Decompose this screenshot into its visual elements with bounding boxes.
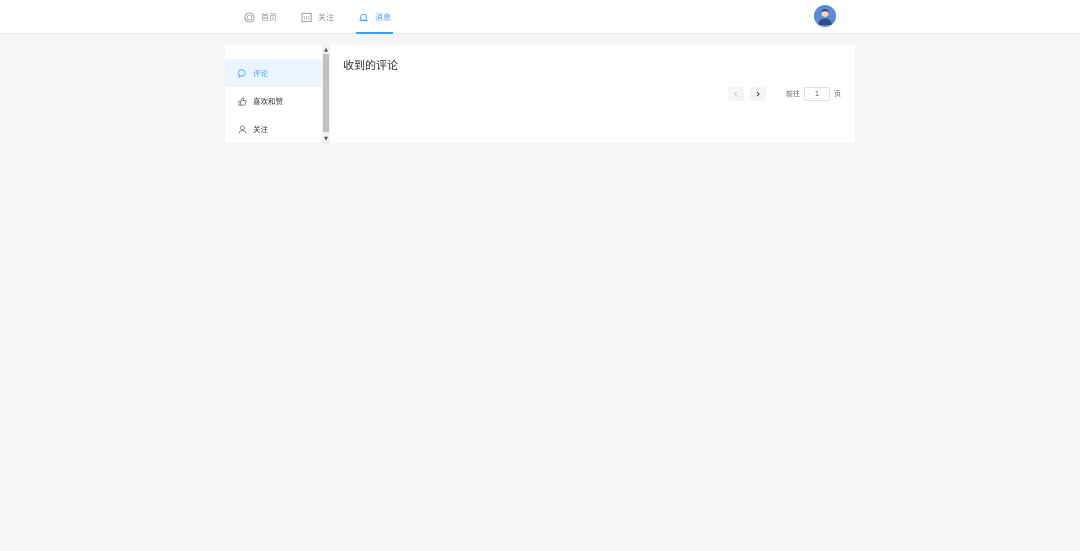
main-content: 收到的评论 前往 页 (331, 45, 855, 143)
calendar-icon (301, 12, 312, 23)
scroll-down-icon[interactable]: ▼ (322, 134, 330, 143)
chevron-left-icon (734, 91, 738, 97)
next-page-button[interactable] (750, 87, 766, 101)
user-icon (238, 125, 247, 134)
nav-follow[interactable]: 关注 (289, 0, 346, 34)
sidebar-item-label: 评论 (253, 68, 268, 78)
chevron-right-icon (756, 91, 760, 97)
sidebar-item-label: 关注 (253, 124, 268, 134)
scroll-thumb[interactable] (323, 54, 329, 132)
scroll-up-icon[interactable]: ▲ (322, 45, 330, 54)
pager-goto: 前往 页 (786, 87, 841, 101)
page-number-input[interactable] (804, 87, 830, 101)
sidebar-item-follows[interactable]: 关注 (225, 115, 322, 143)
avatar[interactable] (814, 5, 836, 27)
sidebar-list: 评论 喜欢和赞 关注 (225, 59, 322, 143)
page-title: 收到的评论 (343, 59, 398, 72)
nav-home-label: 首页 (261, 12, 277, 22)
goto-suffix-label: 页 (834, 90, 841, 98)
goto-prefix-label: 前往 (786, 90, 800, 98)
pagination: 前往 页 (728, 87, 841, 101)
sidebar: 评论 喜欢和赞 关注 (225, 45, 331, 143)
sidebar-item-comments[interactable]: 评论 (225, 59, 322, 87)
sidebar-item-likes[interactable]: 喜欢和赞 (225, 87, 322, 115)
nav-follow-label: 关注 (318, 12, 334, 22)
top-navbar: 首页 关注 消息 (0, 0, 1080, 34)
thumbs-up-icon (238, 97, 247, 106)
nav-home[interactable]: 首页 (232, 0, 289, 34)
sidebar-scrollbar[interactable]: ▲ ▼ (322, 45, 330, 143)
prev-page-button[interactable] (728, 87, 744, 101)
sidebar-item-label: 喜欢和赞 (253, 96, 283, 106)
comment-icon (238, 68, 247, 78)
nav-messages-label: 消息 (375, 12, 391, 22)
globe-icon (244, 11, 255, 23)
main-nav: 首页 关注 消息 (232, 0, 403, 34)
bell-icon (358, 12, 369, 23)
nav-messages[interactable]: 消息 (346, 0, 403, 34)
